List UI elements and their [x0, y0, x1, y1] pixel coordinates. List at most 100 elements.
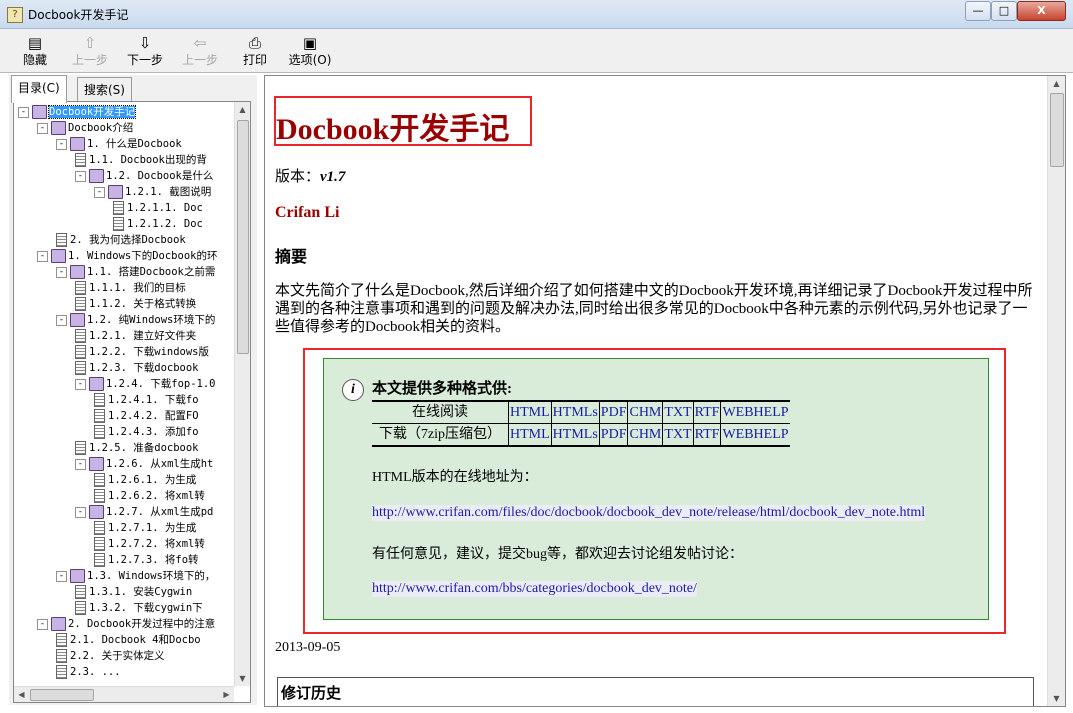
tree-item[interactable]: - 1.2.1. 截图说明	[94, 184, 211, 200]
download-html-link[interactable]: HTML	[510, 427, 550, 442]
tree-item[interactable]: - 1.2.7. 从xml生成pd	[75, 504, 213, 520]
online-html-link[interactable]: HTML	[510, 405, 550, 420]
minimize-button[interactable]: —	[965, 1, 991, 21]
download-webhelp-link[interactable]: WEBHELP	[722, 427, 788, 442]
tree-item[interactable]: - 1.2.4. 下载fop-1.0	[75, 376, 216, 392]
collapse-icon[interactable]: -	[37, 122, 48, 134]
scroll-left-icon[interactable]: ◀	[14, 687, 29, 702]
tree-item[interactable]: - 1.2. 纯Windows环境下的	[56, 312, 215, 328]
nav-tabs: 目录(C) 搜索(S)	[9, 75, 257, 103]
content-pane: Docbook开发手记 版本：v1.7 Crifan Li 摘要 本文先简介了什…	[264, 75, 1066, 707]
tree-item[interactable]: 1.1. Docbook出现的背	[75, 152, 207, 168]
tree-item[interactable]: 1.2.6.2. 将xml转	[94, 488, 205, 504]
download-rtf-link[interactable]: RTF	[695, 427, 720, 442]
collapse-icon[interactable]: -	[75, 458, 86, 470]
tab-search[interactable]: 搜索(S)	[77, 77, 132, 102]
document-title: Docbook开发手记	[276, 113, 510, 146]
tree-item[interactable]: 1.2.4.3. 添加fo	[94, 424, 199, 440]
open-book-icon	[89, 505, 104, 519]
tree-item-label: 1.2. 纯Windows环境下的	[87, 314, 216, 326]
online-chm-link[interactable]: CHM	[629, 405, 661, 420]
tree-item[interactable]: - Docbook开发手记	[18, 104, 137, 120]
collapse-icon[interactable]: -	[37, 250, 48, 262]
contents-tree[interactable]: - Docbook开发手记 - Docbook介绍 -1. 什么是Docbook 1.1.…	[14, 102, 234, 686]
page-icon	[75, 329, 86, 343]
online-pdf-link[interactable]: PDF	[601, 405, 627, 420]
print-button[interactable]: ⎙ 打印	[229, 33, 281, 71]
prev-button[interactable]: ⇦ 上一步	[174, 33, 226, 71]
collapse-icon[interactable]: -	[75, 378, 86, 390]
row-download-label: 下载（7zip压缩包）	[372, 423, 509, 447]
online-txt-link[interactable]: TXT	[664, 405, 691, 420]
options-label: 选项(O)	[288, 53, 332, 67]
content-vertical-scrollbar[interactable]: ▲ ▼	[1047, 76, 1065, 706]
tree-item[interactable]: 2.3. ...	[56, 664, 121, 680]
tree-hscroll-thumb[interactable]	[30, 689, 94, 701]
options-button[interactable]: ▣ 选项(O)	[284, 33, 336, 71]
collapse-icon[interactable]: -	[75, 170, 86, 182]
content-scroll-thumb[interactable]	[1050, 93, 1064, 167]
download-pdf-link[interactable]: PDF	[601, 427, 627, 442]
tree-item[interactable]: 1.2.6.1. 为生成	[94, 472, 196, 488]
tree-item[interactable]: - 1.2. Docbook是什么	[75, 168, 213, 184]
tree-item[interactable]: - 1. Windows下的Docbook的环	[37, 248, 217, 264]
online-webhelp-link[interactable]: WEBHELP	[722, 405, 788, 420]
tree-item[interactable]: 1.1.2. 关于格式转换	[75, 296, 196, 312]
tree-item[interactable]: 1.2.3. 下载docbook	[75, 360, 199, 376]
tree-item[interactable]: 2. 我为何选择Docbook	[56, 232, 186, 248]
maximize-button[interactable]: □	[991, 1, 1017, 21]
tree-item[interactable]: 1.2.7.2. 将xml转	[94, 536, 205, 552]
collapse-icon[interactable]: -	[56, 266, 67, 278]
tree-item[interactable]: 1.2.1. 建立好文件夹	[75, 328, 196, 344]
download-chm-link[interactable]: CHM	[629, 427, 661, 442]
tree-item[interactable]: 2.1. Docbook 4和Docbo	[56, 632, 201, 648]
collapse-icon[interactable]: -	[56, 314, 67, 326]
collapse-icon[interactable]: -	[56, 570, 67, 582]
back-button[interactable]: ⇧ 上一步	[64, 33, 116, 71]
online-htmls-link[interactable]: HTMLs	[553, 405, 598, 420]
printer-icon: ⎙	[248, 34, 261, 52]
next-button[interactable]: ⇩ 下一步	[119, 33, 171, 71]
html-online-url-link[interactable]: http://www.crifan.com/files/doc/docbook/…	[372, 505, 926, 521]
collapse-icon[interactable]: -	[56, 138, 67, 150]
tree-item[interactable]: 1.2.1.1. Doc	[113, 200, 203, 216]
tree-item[interactable]: 1.2.4.2. 配置FO	[94, 408, 199, 424]
content-scroll-down-icon[interactable]: ▼	[1048, 691, 1065, 706]
feedback-url-link[interactable]: http://www.crifan.com/bbs/categories/doc…	[372, 581, 697, 597]
tree-item[interactable]: - 1.3. Windows环境下的，	[56, 568, 215, 584]
scroll-up-icon[interactable]: ▲	[235, 102, 250, 117]
tree-item[interactable]: - 1.2.6. 从xml生成ht	[75, 456, 213, 472]
collapse-icon[interactable]: -	[75, 506, 86, 518]
tree-item[interactable]: - 1. 什么是Docbook	[56, 136, 182, 152]
scroll-right-icon[interactable]: ▶	[219, 687, 234, 702]
tree-item[interactable]: - Docbook介绍	[37, 120, 133, 136]
tree-item[interactable]: 1.2.1.2. Doc	[113, 216, 203, 232]
download-htmls-link[interactable]: HTMLs	[553, 427, 598, 442]
collapse-icon[interactable]: -	[94, 186, 105, 198]
tree-item[interactable]: 1.2.5. 准备docbook	[75, 440, 199, 456]
page-icon	[94, 473, 105, 487]
tree-scroll-thumb[interactable]	[237, 120, 249, 354]
tree-item[interactable]: 1.2.2. 下载windows版	[75, 344, 209, 360]
tree-item[interactable]: - 2. Docbook开发过程中的注意	[37, 616, 215, 632]
tree-item[interactable]: 1.1.1. 我们的目标	[75, 280, 186, 296]
tree-item[interactable]: 1.3.1. 安装Cygwin	[75, 584, 192, 600]
tree-item[interactable]: - 1.1. 搭建Docbook之前需	[56, 264, 215, 280]
tree-item[interactable]: 1.2.7.3. 将fo转	[94, 552, 199, 568]
collapse-icon[interactable]: -	[37, 618, 48, 630]
tree-item[interactable]: 1.2.4.1. 下载fo	[94, 392, 199, 408]
tree-item[interactable]: 1.3.2. 下载cygwin下	[75, 600, 203, 616]
tree-item[interactable]: 2.2. 关于实体定义	[56, 648, 165, 664]
close-button[interactable]: X	[1017, 1, 1066, 21]
tab-contents[interactable]: 目录(C)	[11, 75, 67, 103]
download-txt-link[interactable]: TXT	[664, 427, 691, 442]
tree-horizontal-scrollbar[interactable]: ◀ ▶	[14, 686, 234, 702]
tree-vertical-scrollbar[interactable]: ▲ ▼	[234, 102, 250, 686]
content-scroll-up-icon[interactable]: ▲	[1048, 76, 1065, 91]
hide-button[interactable]: ▤ 隐藏	[9, 33, 61, 71]
tree-item[interactable]: 1.2.7.1. 为生成	[94, 520, 196, 536]
collapse-icon[interactable]: -	[18, 106, 29, 118]
online-rtf-link[interactable]: RTF	[695, 405, 720, 420]
page-icon	[75, 281, 86, 295]
scroll-down-icon[interactable]: ▼	[235, 671, 250, 686]
